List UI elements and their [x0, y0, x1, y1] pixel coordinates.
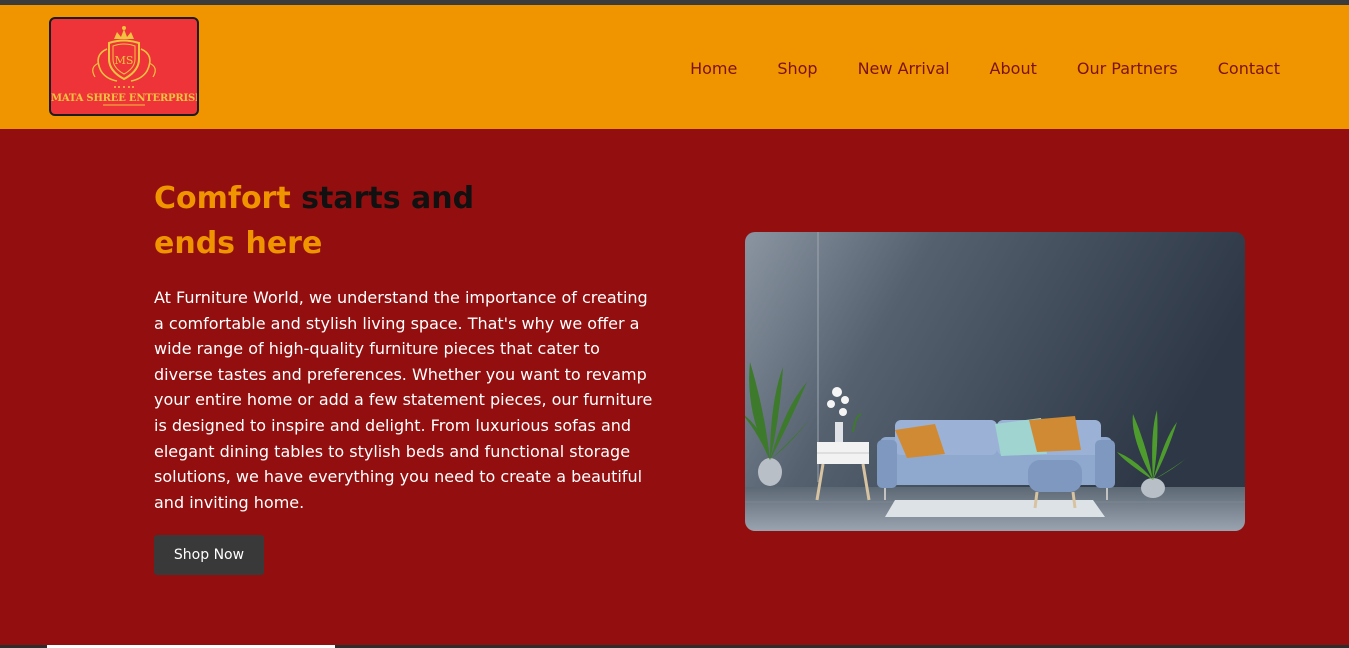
- nav-link-contact[interactable]: Contact: [1218, 59, 1280, 78]
- nav-link-home[interactable]: Home: [690, 59, 737, 78]
- nav-link-new-arrival[interactable]: New Arrival: [858, 59, 950, 78]
- nav-link-about[interactable]: About: [990, 59, 1037, 78]
- logo-text: MATA SHREE ENTERPRISES: [51, 93, 199, 104]
- hero-title: Comfort starts and ends here: [154, 176, 574, 266]
- nav-link-shop[interactable]: Shop: [777, 59, 817, 78]
- main-nav: Home Shop New Arrival About Our Partners…: [690, 59, 1280, 78]
- shop-now-button[interactable]: Shop Now: [154, 535, 264, 575]
- hero-living-room-image: [745, 232, 1245, 531]
- hero-title-accent-2: ends here: [154, 226, 323, 261]
- site-header: MS MATA SHREE ENTERPRISES Home Shop New …: [0, 5, 1349, 129]
- nav-link-our-partners[interactable]: Our Partners: [1077, 59, 1178, 78]
- hero-title-accent: Comfort: [154, 181, 291, 216]
- brand-logo[interactable]: MS MATA SHREE ENTERPRISES: [49, 17, 199, 116]
- hero-description: At Furniture World, we understand the im…: [154, 288, 653, 512]
- hero-title-dark: starts and: [301, 181, 475, 216]
- logo-monogram: MS: [115, 54, 134, 67]
